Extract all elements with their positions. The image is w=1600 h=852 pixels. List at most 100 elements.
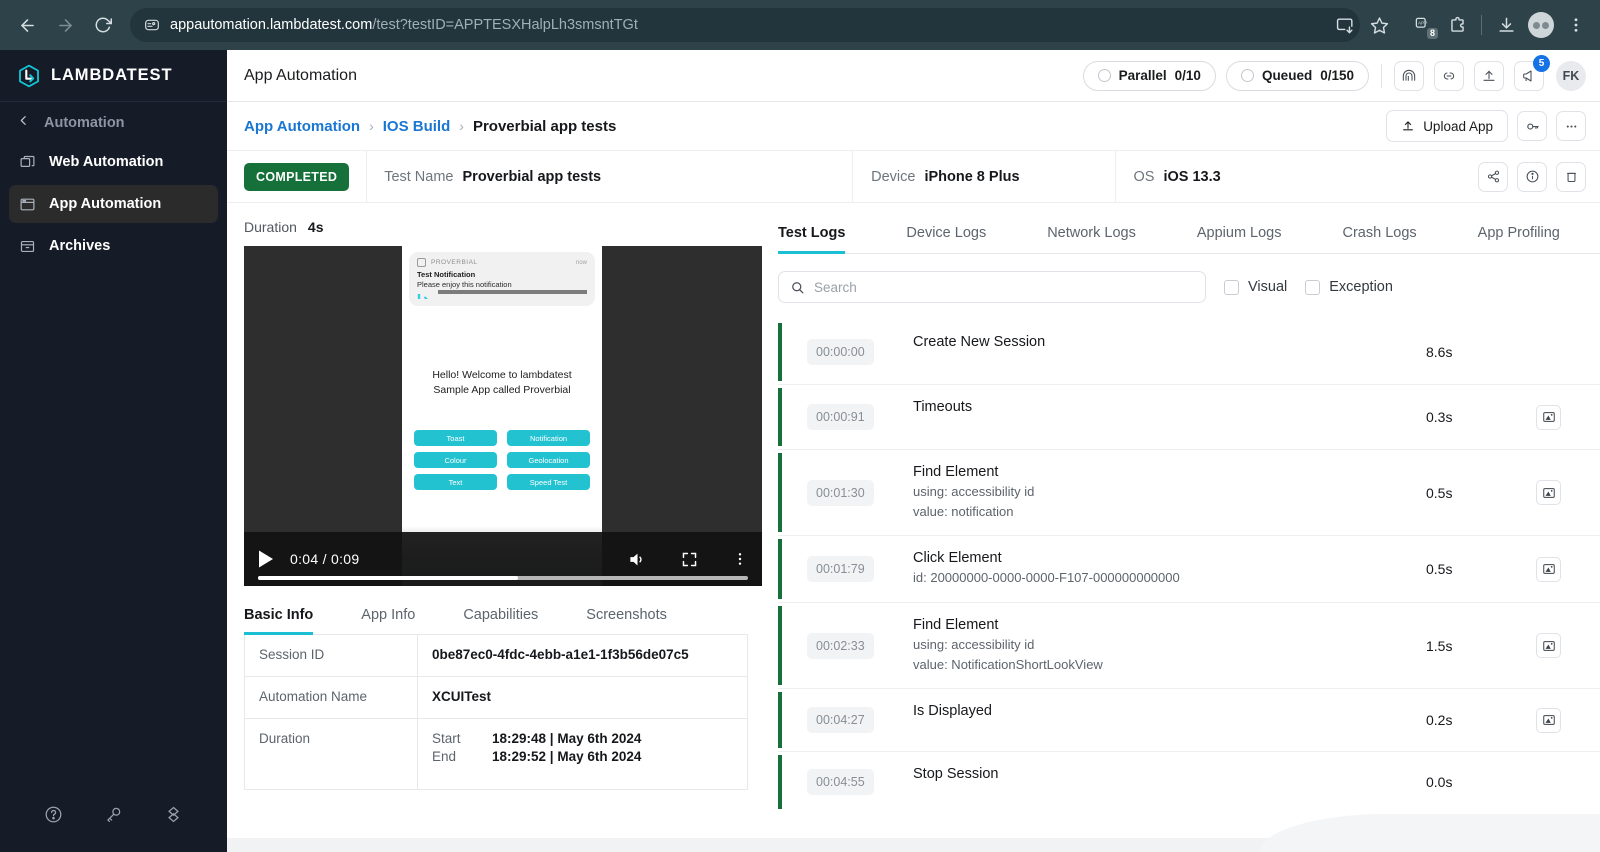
share-icon[interactable]	[1478, 161, 1508, 192]
notification-title: Test Notification	[417, 270, 476, 279]
video-duration: Duration 4s	[244, 213, 748, 246]
help-circle-icon[interactable]	[42, 802, 66, 826]
sidebar-item-app-automation[interactable]: App Automation	[9, 185, 218, 223]
table-row[interactable]: 00:00:00 Create New Session 8.6s	[778, 320, 1600, 385]
announcement-icon[interactable]: 5	[1514, 54, 1550, 91]
log-detail-cell: Click Element id: 20000000-0000-0000-F10…	[913, 536, 1426, 602]
tunnel-icon[interactable]	[1394, 60, 1424, 91]
main-split: Duration 4s PROVERBIAL now Test Notifica…	[227, 203, 1600, 852]
site-settings-icon[interactable]	[144, 17, 160, 33]
log-duration: 0.5s	[1426, 484, 1453, 501]
end-value: 18:29:52 | May 6th 2024	[492, 749, 642, 764]
sidebar-item-archives[interactable]: Archives	[9, 227, 218, 265]
log-name: Timeouts	[913, 399, 973, 415]
phone-button-geolocation[interactable]: Geolocation	[507, 452, 590, 469]
test-name-cell: Test Name Proverbial app tests	[367, 151, 601, 202]
upload-icon[interactable]	[1474, 60, 1504, 91]
tab-basic-info[interactable]: Basic Info	[244, 594, 314, 635]
fullscreen-icon[interactable]	[681, 551, 698, 568]
volume-icon[interactable]	[628, 550, 647, 569]
end-label: End	[432, 749, 457, 764]
screenshot-icon[interactable]	[1536, 707, 1561, 733]
tab-device-logs[interactable]: Device Logs	[906, 213, 986, 253]
sidebar-item-label: App Automation	[49, 196, 162, 212]
extension-app-icon[interactable]: APP 8	[1407, 9, 1439, 41]
upload-icon	[1401, 119, 1415, 133]
kebab-menu-icon[interactable]	[732, 551, 748, 567]
video-left-controls: 0:04 / 0:09	[258, 550, 359, 568]
kebab-menu-icon[interactable]	[1560, 9, 1592, 41]
install-app-icon[interactable]	[1329, 9, 1361, 41]
forward-arrow-icon[interactable]	[48, 8, 82, 42]
tab-appium-logs[interactable]: Appium Logs	[1197, 213, 1282, 253]
delete-icon[interactable]	[1556, 161, 1586, 192]
table-row[interactable]: 00:02:33 Find Element using: accessibili…	[778, 603, 1600, 689]
upload-app-button[interactable]: Upload App	[1386, 110, 1508, 142]
table-row[interactable]: 00:04:27 Is Displayed 0.2s	[778, 689, 1600, 752]
archive-box-icon	[18, 237, 36, 255]
screenshot-icon[interactable]	[1536, 480, 1561, 505]
tab-crash-logs[interactable]: Crash Logs	[1343, 213, 1417, 253]
integrations-icon[interactable]	[161, 802, 185, 826]
avatar[interactable]: FK	[1556, 60, 1586, 91]
phone-button-colour[interactable]: Colour	[414, 452, 497, 469]
reload-icon[interactable]	[86, 8, 120, 42]
table-row[interactable]: 00:01:79 Click Element id: 20000000-0000…	[778, 536, 1600, 603]
parallel-status-pill[interactable]: Parallel 0/10	[1082, 60, 1216, 91]
duration-end: End 18:29:52 | May 6th 2024	[432, 749, 641, 764]
tab-test-logs[interactable]: Test Logs	[778, 213, 846, 254]
phone-button-speed-test[interactable]: Speed Test	[507, 474, 590, 491]
phone-button-toast[interactable]: Toast	[414, 430, 497, 447]
bottom-strip	[227, 838, 1600, 852]
extensions-puzzle-icon[interactable]	[1441, 9, 1473, 41]
os-value: iOS 13.3	[1163, 168, 1221, 185]
row-value: XCUITest	[432, 689, 492, 704]
notification-app-name: PROVERBIAL	[431, 259, 478, 266]
notification-body: Please enjoy this notification	[417, 280, 512, 289]
play-icon[interactable]	[258, 550, 274, 568]
search-box[interactable]	[778, 271, 1206, 303]
visual-filter-checkbox[interactable]: Visual	[1224, 279, 1287, 295]
table-row[interactable]: 00:01:30 Find Element using: accessibili…	[778, 450, 1600, 536]
queued-status-pill[interactable]: Queued 0/150	[1225, 60, 1369, 91]
table-row[interactable]: 00:00:91 Timeouts 0.3s	[778, 385, 1600, 450]
back-arrow-icon[interactable]	[10, 8, 44, 42]
key-icon[interactable]	[1517, 111, 1547, 141]
download-icon[interactable]	[1490, 9, 1522, 41]
tab-app-info[interactable]: App Info	[361, 594, 415, 634]
breadcrumb-item-ios-build[interactable]: IOS Build	[383, 118, 451, 135]
screenshot-icon[interactable]	[1536, 633, 1561, 658]
screenshot-icon[interactable]	[1536, 404, 1561, 430]
log-screenshot-cell	[1536, 752, 1600, 812]
row-status-indicator	[778, 692, 782, 748]
tab-screenshots[interactable]: Screenshots	[586, 594, 667, 634]
video-player[interactable]: PROVERBIAL now Test Notification Please …	[244, 246, 762, 586]
star-icon[interactable]	[1363, 9, 1395, 41]
exception-filter-checkbox[interactable]: Exception	[1305, 279, 1393, 295]
brand-logo[interactable]: LAMBDATEST	[0, 50, 227, 102]
sidebar-item-web-automation[interactable]: Web Automation	[9, 143, 218, 181]
search-input[interactable]	[814, 279, 1194, 295]
logs-filter-row: Visual Exception	[778, 254, 1600, 320]
profile-avatar-icon[interactable]	[1528, 12, 1554, 38]
status-badge: COMPLETED	[244, 162, 350, 191]
log-duration: 0.5s	[1426, 561, 1453, 577]
parallel-label: Parallel	[1118, 68, 1167, 83]
key-icon[interactable]	[101, 802, 125, 826]
address-bar[interactable]: appautomation.lambdatest.com/test?testID…	[130, 8, 1360, 42]
phone-button-text[interactable]: Text	[414, 474, 497, 491]
link-icon[interactable]	[1434, 60, 1464, 91]
info-icon[interactable]	[1517, 161, 1547, 192]
table-row[interactable]: 00:04:55 Stop Session 0.0s	[778, 752, 1600, 812]
tab-network-logs[interactable]: Network Logs	[1047, 213, 1136, 253]
log-name: Stop Session	[913, 766, 999, 782]
ellipsis-icon[interactable]	[1556, 111, 1586, 141]
tab-capabilities[interactable]: Capabilities	[463, 594, 538, 634]
screenshot-icon[interactable]	[1536, 556, 1561, 582]
phone-button-notification[interactable]: Notification	[507, 430, 590, 447]
video-progress-bar[interactable]	[258, 576, 748, 580]
sidebar-back-automation[interactable]: Automation	[0, 102, 227, 141]
breadcrumb-item-app-automation[interactable]: App Automation	[244, 118, 360, 135]
tab-app-profiling[interactable]: App Profiling	[1478, 213, 1560, 253]
log-timestamp: 00:02:33	[807, 632, 874, 659]
